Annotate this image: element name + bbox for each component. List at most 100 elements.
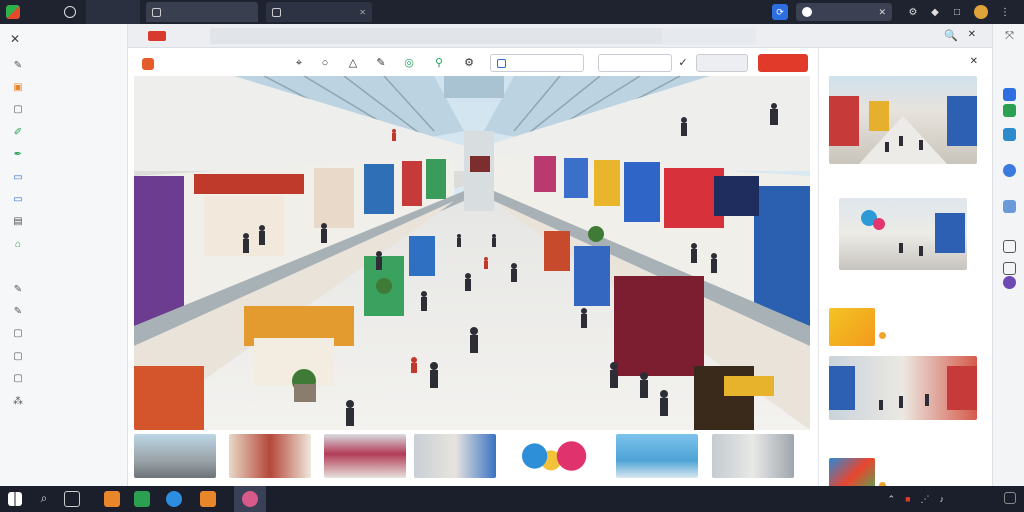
app-green-icon[interactable]	[134, 491, 150, 507]
card-image-1[interactable]	[829, 76, 977, 164]
search-icon[interactable]: ⌕	[36, 491, 52, 507]
sidebar-item-14[interactable]: ▢	[0, 367, 127, 389]
close-icon[interactable]: ✕	[878, 7, 886, 18]
search-engine-icon	[802, 7, 812, 17]
extensions-icon[interactable]: ◆	[924, 7, 946, 18]
sidebar-item-11[interactable]: ✎	[0, 300, 127, 322]
box-icon[interactable]	[1003, 262, 1016, 275]
thumbnail-6[interactable]	[616, 434, 698, 478]
layout-dropdown[interactable]	[490, 54, 584, 72]
globe-icon[interactable]	[64, 6, 76, 18]
window-icon[interactable]	[1003, 240, 1016, 253]
expand-icon[interactable]: ⤧	[1003, 30, 1016, 43]
sidebar-header: ✕	[0, 24, 127, 54]
window-icon[interactable]: □	[946, 7, 968, 18]
sidebar-item-4[interactable]: ✒	[0, 144, 127, 166]
gear-icon[interactable]: ⚙	[462, 56, 476, 70]
menu-icon[interactable]: ⋮	[994, 7, 1016, 18]
sync-button[interactable]: ⟳	[772, 4, 788, 20]
check-icon[interactable]: ✓	[676, 56, 690, 70]
window-icon: ▭	[13, 171, 23, 183]
chevron-up-icon[interactable]: ⌃	[888, 494, 896, 505]
cloud-icon[interactable]	[1003, 200, 1016, 213]
sidebar-item-15[interactable]: ⁂	[0, 390, 127, 412]
sidebar-item-7[interactable]: ▤	[0, 211, 127, 233]
sidebar-item-6[interactable]: ▭	[0, 188, 127, 210]
file-menu[interactable]	[86, 0, 140, 24]
document-icon	[152, 7, 161, 17]
publish-button[interactable]	[758, 54, 808, 72]
volume-icon[interactable]: ♪	[940, 494, 945, 504]
triangle-icon[interactable]: △	[346, 56, 360, 70]
sidebar-item-3[interactable]: ✐	[0, 121, 127, 143]
square-icon: ▢	[13, 104, 23, 116]
mall-photo	[829, 96, 977, 164]
notification-icon[interactable]: ■	[905, 494, 910, 504]
thumbnail-3[interactable]	[324, 434, 406, 478]
box-icon: ▢	[13, 328, 23, 340]
pin-icon[interactable]: ◎	[402, 56, 416, 70]
search-box[interactable]: ✕	[796, 3, 892, 21]
thumbnail-2[interactable]	[229, 434, 311, 478]
sidebar-item-9[interactable]	[0, 256, 127, 278]
app-orange-icon[interactable]	[104, 491, 120, 507]
close-tab-icon[interactable]: ✕	[359, 8, 366, 17]
thumbnail-7[interactable]	[712, 434, 794, 478]
main-area: 🔍 ✕ ⌖ ○ △ ✎ ◎ ⚲ ⚙ ✓ ✕	[128, 24, 992, 496]
active-app-icon[interactable]	[242, 491, 258, 507]
mall-photo	[861, 210, 965, 256]
card-image-2[interactable]	[839, 198, 967, 270]
profile-icon[interactable]	[1003, 276, 1016, 289]
settings-icon[interactable]: ⚙	[902, 7, 924, 18]
thumbnail-5[interactable]	[510, 434, 592, 478]
close-icon[interactable]: ✕	[968, 29, 976, 40]
sidebar-item-0[interactable]: ✎	[0, 54, 127, 76]
circle-icon[interactable]: ○	[318, 56, 332, 70]
subbar-label	[172, 30, 206, 42]
window-icon: ▭	[13, 194, 23, 206]
blue-app-icon[interactable]	[1003, 88, 1016, 101]
sidebar-item-2[interactable]: ▢	[0, 99, 127, 121]
title-bar: ✕ ⟳ ✕ ⚙ ◆ □ ⋮	[0, 0, 1024, 24]
document-icon	[272, 7, 281, 17]
clock[interactable]	[954, 489, 990, 509]
link-icon[interactable]: ⚲	[432, 56, 446, 70]
tab-document-2[interactable]: ✕	[266, 2, 372, 22]
cursor-icon[interactable]: ⌖	[292, 56, 306, 70]
show-desktop-icon[interactable]	[1004, 492, 1016, 504]
sidebar-item-5[interactable]: ▭	[0, 166, 127, 188]
chat-icon[interactable]	[1003, 164, 1016, 177]
green-app-icon[interactable]	[1003, 104, 1016, 117]
close-panel-icon[interactable]: ✕	[970, 56, 978, 67]
close-sidebar-icon[interactable]: ✕	[10, 32, 20, 46]
small-card-image-1[interactable]	[829, 308, 875, 346]
small-card-title-1	[879, 310, 969, 320]
thumbnail-4[interactable]	[414, 434, 496, 478]
start-icon[interactable]	[8, 492, 22, 506]
subbar-tab[interactable]	[210, 28, 662, 44]
document-app-icon[interactable]	[1003, 128, 1016, 141]
sidebar-item-8[interactable]: ⌂	[0, 233, 127, 255]
thumbnail-1[interactable]	[134, 434, 216, 478]
search-icon[interactable]: 🔍	[944, 29, 958, 42]
sidebar-item-1[interactable]: ▣	[0, 76, 127, 98]
task-view-icon[interactable]	[64, 491, 80, 507]
avatar[interactable]	[974, 5, 988, 19]
sidebar-item-13[interactable]: ▢	[0, 345, 127, 367]
option-button[interactable]	[696, 54, 748, 72]
subbar-tab-2[interactable]	[662, 28, 756, 44]
card-image-3[interactable]	[829, 356, 977, 420]
tab-document-1[interactable]	[146, 2, 258, 22]
app-media-icon[interactable]	[200, 491, 216, 507]
sidebar-item-10[interactable]: ✎	[0, 278, 127, 300]
pen-icon[interactable]: ✎	[374, 56, 388, 70]
small-card-meta-1	[879, 330, 939, 340]
right-panel: ✕	[818, 48, 992, 496]
sidebar-item-12[interactable]: ▢	[0, 323, 127, 345]
main-image[interactable]	[134, 76, 810, 430]
share-field[interactable]	[598, 54, 672, 72]
card-caption-1	[829, 170, 979, 180]
browser-icon[interactable]	[166, 491, 182, 507]
network-icon[interactable]: ⋰	[921, 494, 930, 505]
monitor-icon: ▤	[13, 216, 23, 228]
